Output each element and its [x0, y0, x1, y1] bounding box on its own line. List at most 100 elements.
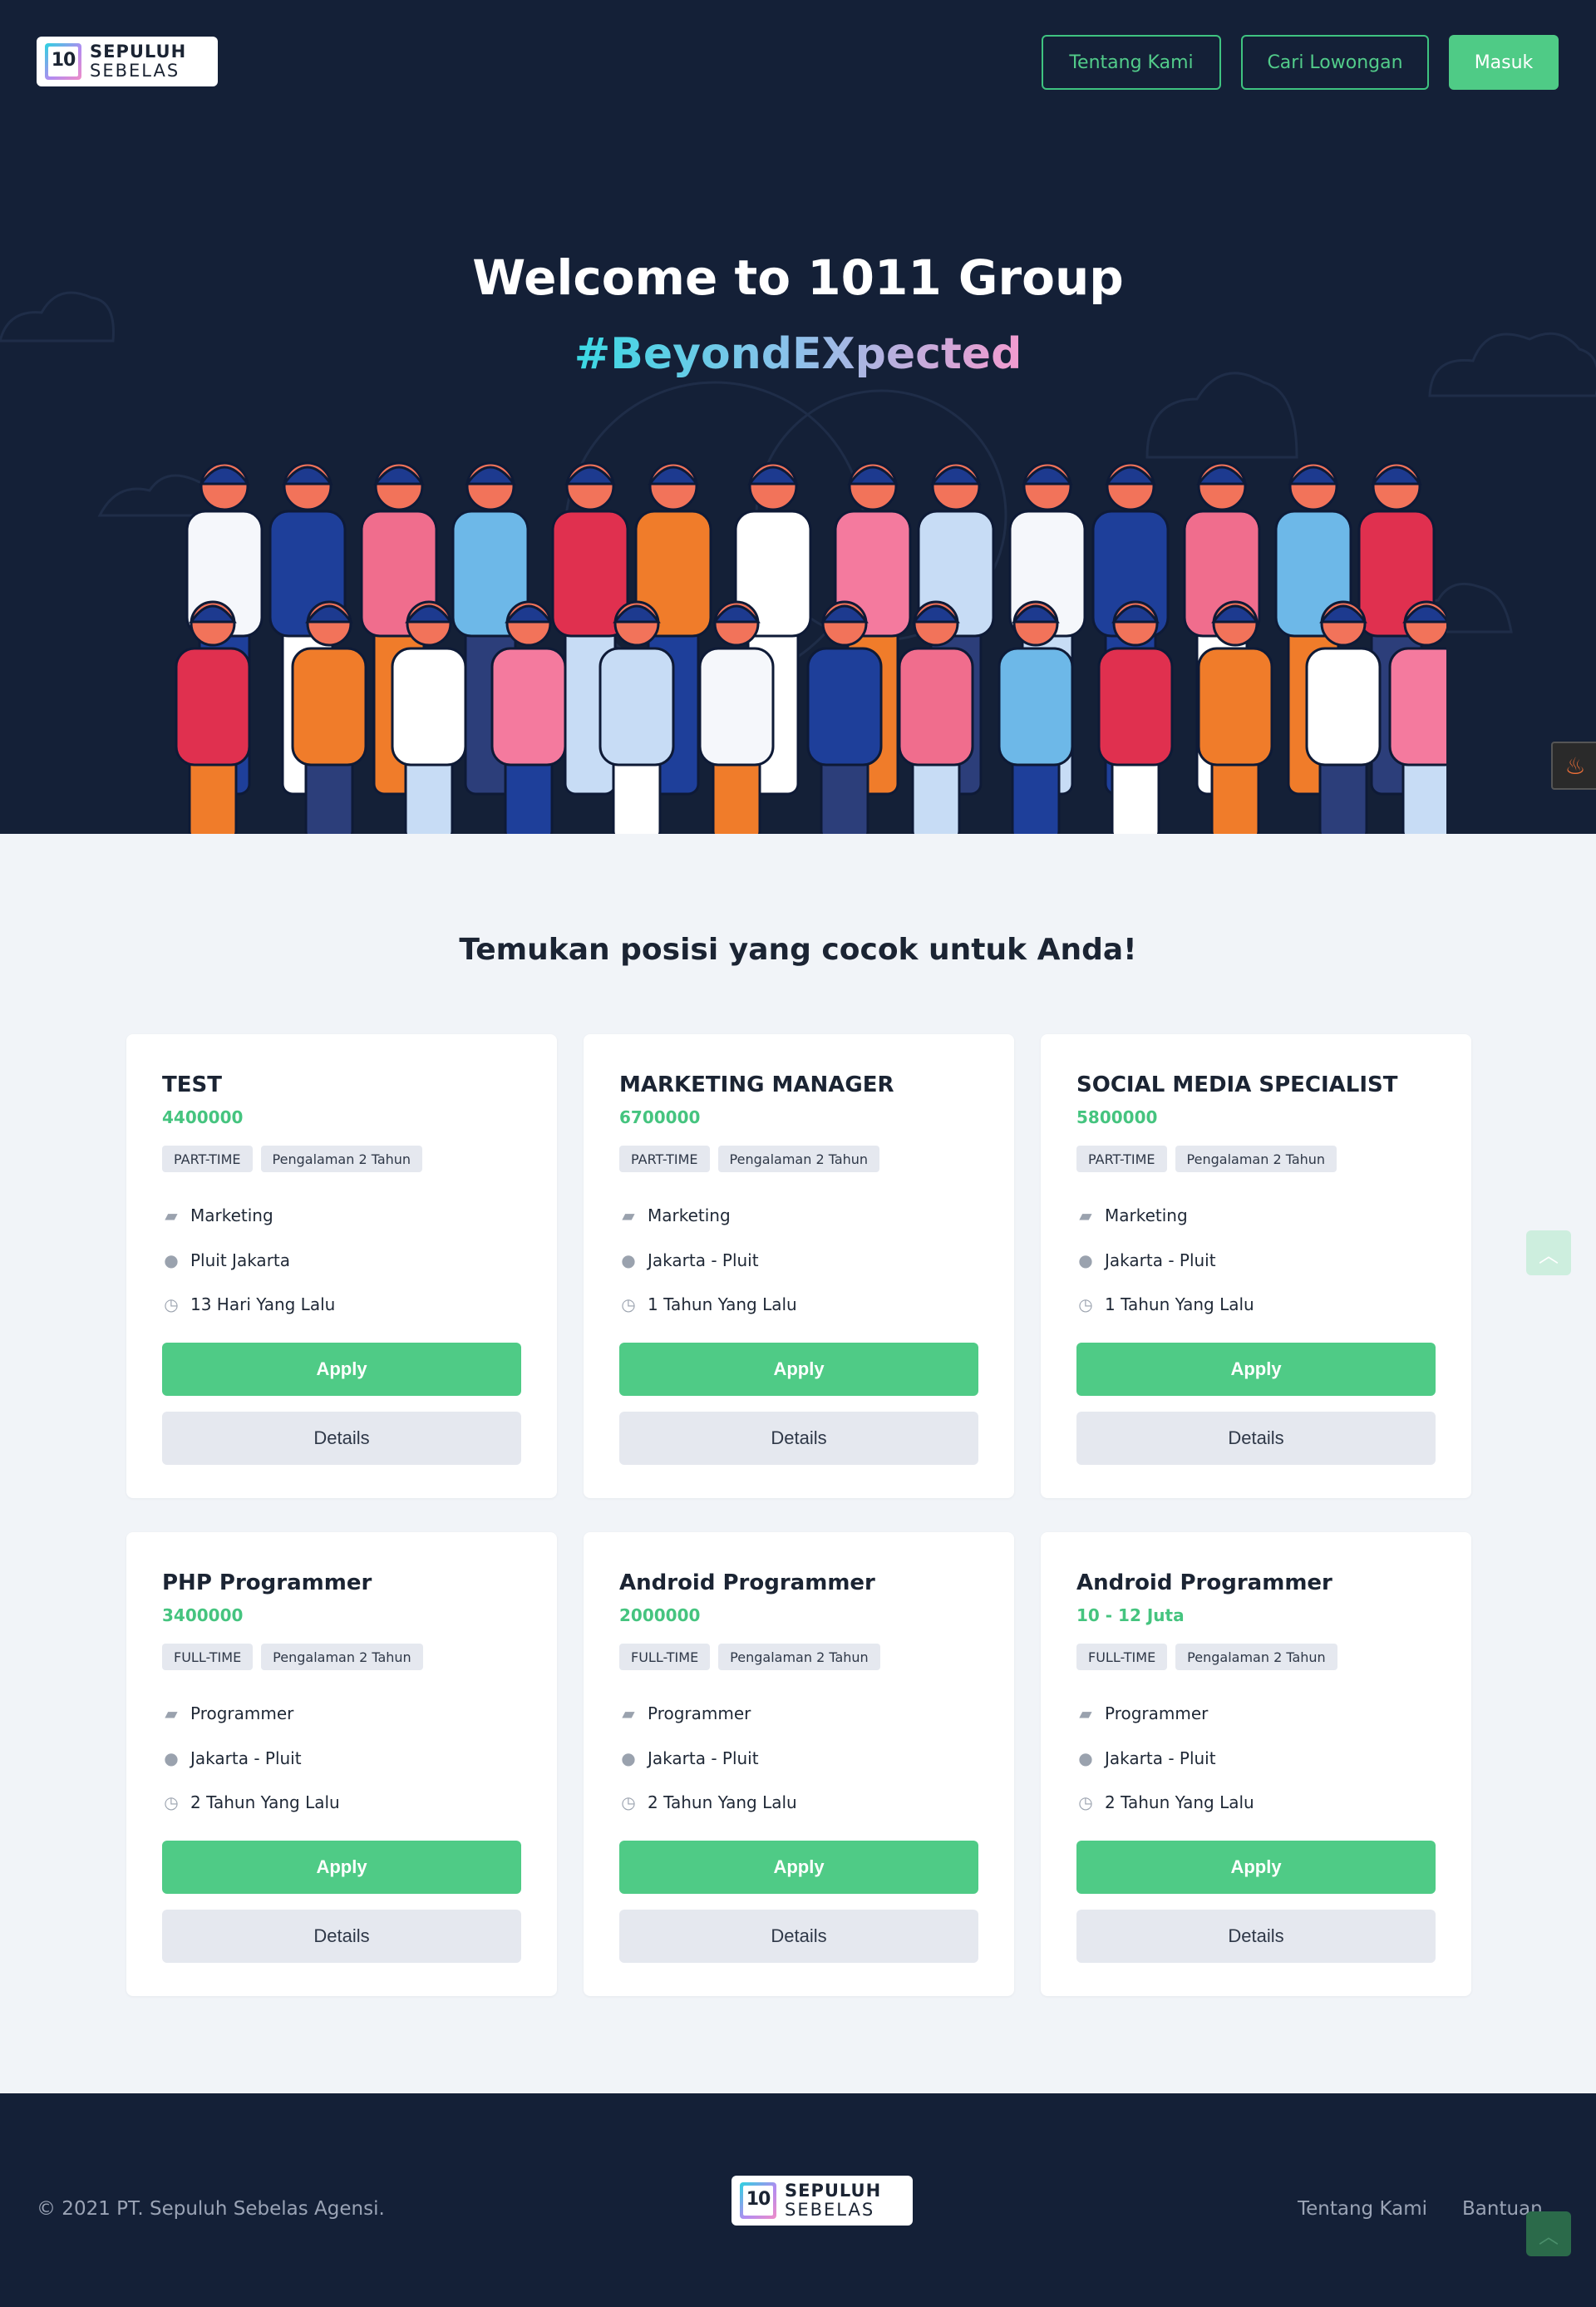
logo-line2: SEBELAS [90, 61, 180, 81]
job-title: PHP Programmer [162, 1570, 372, 1595]
job-posted-text: 13 Hari Yang Lalu [190, 1294, 336, 1314]
clock-icon: ◷ [164, 1792, 179, 1812]
fire-icon[interactable]: ♨ [1551, 742, 1596, 790]
job-salary: 3400000 [162, 1605, 244, 1625]
job-type-badge: PART-TIME [1076, 1146, 1167, 1172]
job-salary: 2000000 [619, 1605, 701, 1625]
job-type-badge: FULL-TIME [1076, 1644, 1168, 1670]
nav-tentang-kami-button[interactable]: Tentang Kami [1042, 35, 1221, 90]
details-button[interactable]: Details [1076, 1412, 1436, 1465]
job-type-badge: FULL-TIME [162, 1644, 254, 1670]
details-button[interactable]: Details [619, 1910, 978, 1963]
job-location: ● Pluit Jakarta [162, 1250, 290, 1270]
job-salary: 6700000 [619, 1107, 701, 1127]
job-posted: ◷ 2 Tahun Yang Lalu [162, 1792, 339, 1812]
job-title: SOCIAL MEDIA SPECIALIST [1076, 1072, 1398, 1097]
job-experience-badge: Pengalaman 2 Tahun [717, 1146, 880, 1172]
job-salary: 10 - 12 Juta [1076, 1605, 1185, 1625]
apply-button[interactable]: Apply [162, 1343, 521, 1396]
job-category: ▰ Programmer [162, 1703, 293, 1723]
details-button[interactable]: Details [619, 1412, 978, 1465]
job-type-badge: FULL-TIME [619, 1644, 711, 1670]
location-pin-icon: ● [621, 1250, 636, 1270]
footer-copyright: © 2021 PT. Sepuluh Sebelas Agensi. [37, 2198, 385, 2220]
footer-link-tentang-kami[interactable]: Tentang Kami [1298, 2198, 1427, 2220]
job-posted-text: 1 Tahun Yang Lalu [1105, 1294, 1254, 1314]
job-title: Android Programmer [619, 1570, 875, 1595]
scroll-to-top-icon[interactable]: ︿ [1526, 1230, 1571, 1275]
job-experience-badge: Pengalaman 2 Tahun [261, 1644, 423, 1670]
job-title: Android Programmer [1076, 1570, 1332, 1595]
hero-title: Welcome to 1011 Group [472, 249, 1124, 306]
footer-logo-mark-icon: 10 [740, 2182, 776, 2219]
location-pin-icon: ● [1078, 1748, 1093, 1768]
clock-icon: ◷ [621, 1294, 636, 1314]
hero-tagline: #BeyondEXpected [574, 329, 1022, 379]
apply-button[interactable]: Apply [619, 1343, 978, 1396]
job-location-text: Jakarta - Pluit [648, 1250, 759, 1270]
briefcase-icon: ▰ [165, 1703, 178, 1723]
nav-cari-lowongan-button[interactable]: Cari Lowongan [1241, 35, 1429, 90]
logo-line1: SEPULUH [90, 42, 187, 62]
job-card: TEST 4400000 PART-TIME Pengalaman 2 Tahun… [126, 1034, 557, 1498]
job-location-text: Jakarta - Pluit [1105, 1250, 1216, 1270]
location-pin-icon: ● [1078, 1250, 1093, 1270]
clock-icon: ◷ [164, 1294, 179, 1314]
job-posted: ◷ 1 Tahun Yang Lalu [1076, 1294, 1254, 1314]
job-location-text: Jakarta - Pluit [648, 1748, 759, 1768]
job-location: ● Jakarta - Pluit [162, 1748, 301, 1768]
job-posted: ◷ 13 Hari Yang Lalu [162, 1294, 335, 1314]
brand-logo[interactable]: 10 SEPULUH SEBELAS [37, 37, 218, 86]
job-card: MARKETING MANAGER 6700000 PART-TIME Penga… [584, 1034, 1014, 1498]
job-salary: 5800000 [1076, 1107, 1158, 1127]
footer-logo[interactable]: 10 SEPULUH SEBELAS [732, 2176, 913, 2226]
details-button[interactable]: Details [162, 1412, 521, 1465]
details-button[interactable]: Details [1076, 1910, 1436, 1963]
job-category-text: Programmer [190, 1703, 294, 1723]
job-type-badge: PART-TIME [162, 1146, 253, 1172]
job-location: ● Jakarta - Pluit [619, 1748, 759, 1768]
apply-button[interactable]: Apply [619, 1841, 978, 1894]
apply-button[interactable]: Apply [162, 1841, 521, 1894]
job-experience-badge: Pengalaman 2 Tahun [260, 1146, 423, 1172]
logo-mark-icon: 10 [45, 43, 81, 80]
briefcase-icon: ▰ [622, 1205, 635, 1225]
clock-icon: ◷ [1078, 1792, 1093, 1812]
job-location: ● Jakarta - Pluit [619, 1250, 759, 1270]
apply-button[interactable]: Apply [1076, 1343, 1436, 1396]
scroll-to-top-dark-icon[interactable]: ︿ [1526, 2211, 1571, 2256]
job-card: PHP Programmer 3400000 FULL-TIME Pengalam… [126, 1532, 557, 1996]
job-location: ● Jakarta - Pluit [1076, 1250, 1216, 1270]
job-posted-text: 2 Tahun Yang Lalu [648, 1792, 797, 1812]
job-posted: ◷ 1 Tahun Yang Lalu [619, 1294, 797, 1314]
job-posted: ◷ 2 Tahun Yang Lalu [1076, 1792, 1254, 1812]
footer-logo-line1: SEPULUH [785, 2181, 882, 2201]
job-category-text: Marketing [190, 1205, 273, 1225]
details-button[interactable]: Details [162, 1910, 521, 1963]
briefcase-icon: ▰ [165, 1205, 178, 1225]
job-category-text: Programmer [648, 1703, 751, 1723]
hero-section: 10 SEPULUH SEBELAS Tentang Kami Cari Low… [0, 0, 1596, 834]
location-pin-icon: ● [621, 1748, 636, 1768]
job-card: Android Programmer 10 - 12 Juta FULL-TIME… [1041, 1532, 1471, 1996]
apply-button[interactable]: Apply [1076, 1841, 1436, 1894]
job-type-badge: PART-TIME [619, 1146, 710, 1172]
footer: © 2021 PT. Sepuluh Sebelas Agensi. 10 SE… [0, 2093, 1596, 2307]
briefcase-icon: ▰ [1079, 1703, 1092, 1723]
job-card: SOCIAL MEDIA SPECIALIST 5800000 PART-TIME… [1041, 1034, 1471, 1498]
footer-logo-line2: SEBELAS [785, 2200, 875, 2220]
location-pin-icon: ● [164, 1748, 179, 1768]
job-category: ▰ Programmer [619, 1703, 751, 1723]
nav-masuk-button[interactable]: Masuk [1449, 35, 1559, 90]
job-experience-badge: Pengalaman 2 Tahun [1175, 1644, 1337, 1670]
job-location-text: Jakarta - Pluit [1105, 1748, 1216, 1768]
job-title: MARKETING MANAGER [619, 1072, 894, 1097]
section-title: Temukan posisi yang cocok untuk Anda! [459, 933, 1137, 967]
crowd-illustration [175, 461, 1446, 834]
job-posted-text: 1 Tahun Yang Lalu [648, 1294, 797, 1314]
job-posted: ◷ 2 Tahun Yang Lalu [619, 1792, 797, 1812]
job-category-text: Marketing [648, 1205, 731, 1225]
job-category-text: Programmer [1105, 1703, 1209, 1723]
job-category: ▰ Marketing [619, 1205, 731, 1225]
job-experience-badge: Pengalaman 2 Tahun [718, 1644, 880, 1670]
